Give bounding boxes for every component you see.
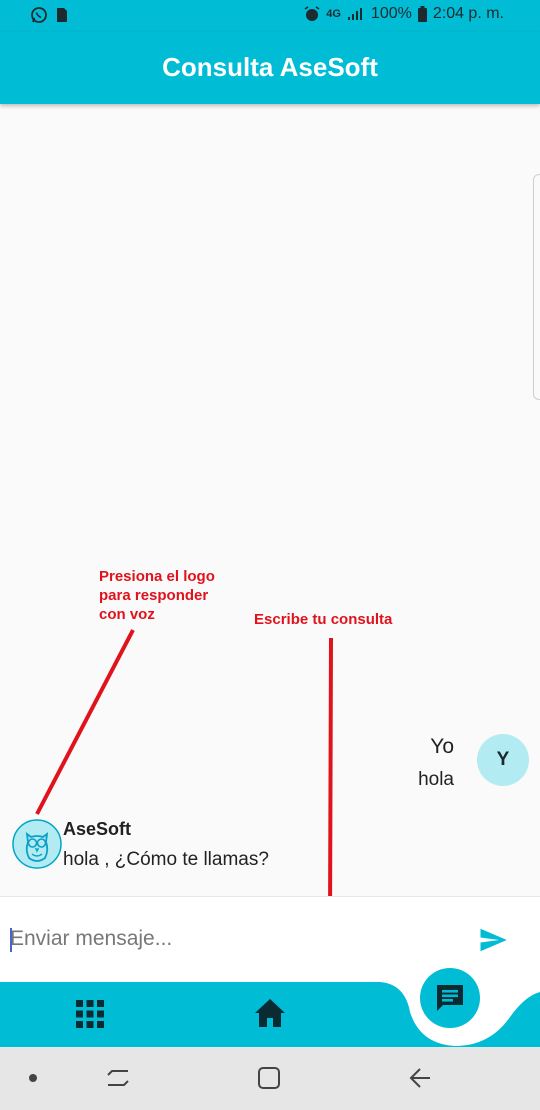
user-message-sender: Yo xyxy=(430,735,454,758)
text-caret xyxy=(10,928,12,952)
annotation-line-2: para responder xyxy=(99,587,209,604)
system-nav-bar xyxy=(0,1047,540,1110)
alarm-icon xyxy=(304,6,320,21)
back-icon[interactable] xyxy=(408,1067,432,1089)
annotation-logo-hint: Presiona el logo para responder con voz xyxy=(99,567,259,624)
annotation-line-input xyxy=(328,637,333,925)
whatsapp-icon xyxy=(31,7,47,23)
bot-message-sender: AseSoft xyxy=(63,819,132,839)
owl-logo-icon[interactable] xyxy=(11,818,63,870)
annotation-line-logo xyxy=(35,629,135,815)
recents-icon[interactable] xyxy=(106,1067,130,1089)
chat-icon xyxy=(437,985,463,1011)
chat-button[interactable] xyxy=(420,968,480,1028)
status-right: 4G 100% 2:04 p. m. xyxy=(304,5,504,23)
status-time: 2:04 p. m. xyxy=(432,5,504,22)
app-title: Consulta AseSoft xyxy=(162,52,378,82)
grid-icon[interactable] xyxy=(76,1000,104,1028)
app-bar: Consulta AseSoft xyxy=(0,32,540,104)
annotation-input-hint: Escribe tu consulta xyxy=(254,611,393,628)
sim-icon xyxy=(57,8,67,22)
battery-percent: 100% xyxy=(370,5,412,22)
send-icon[interactable] xyxy=(476,925,510,955)
scrollbar[interactable] xyxy=(533,174,540,400)
home-icon[interactable] xyxy=(254,998,286,1028)
status-left-icons xyxy=(30,6,68,24)
status-bar: 4G 100% 2:04 p. m. xyxy=(0,0,540,32)
user-message-text: hola xyxy=(418,769,454,790)
user-avatar: Y xyxy=(477,734,529,786)
bot-message-text: hola , ¿Cómo te llamas? xyxy=(63,849,269,870)
signal-icon xyxy=(347,8,362,20)
annotation-line-3: con voz xyxy=(99,606,155,623)
dot-icon[interactable] xyxy=(28,1073,38,1083)
battery-icon xyxy=(417,6,427,22)
message-input[interactable] xyxy=(10,913,450,965)
annotation-line-1: Presiona el logo xyxy=(99,568,215,585)
data-4g-icon: 4G xyxy=(326,8,341,20)
home-square-icon[interactable] xyxy=(257,1066,281,1090)
